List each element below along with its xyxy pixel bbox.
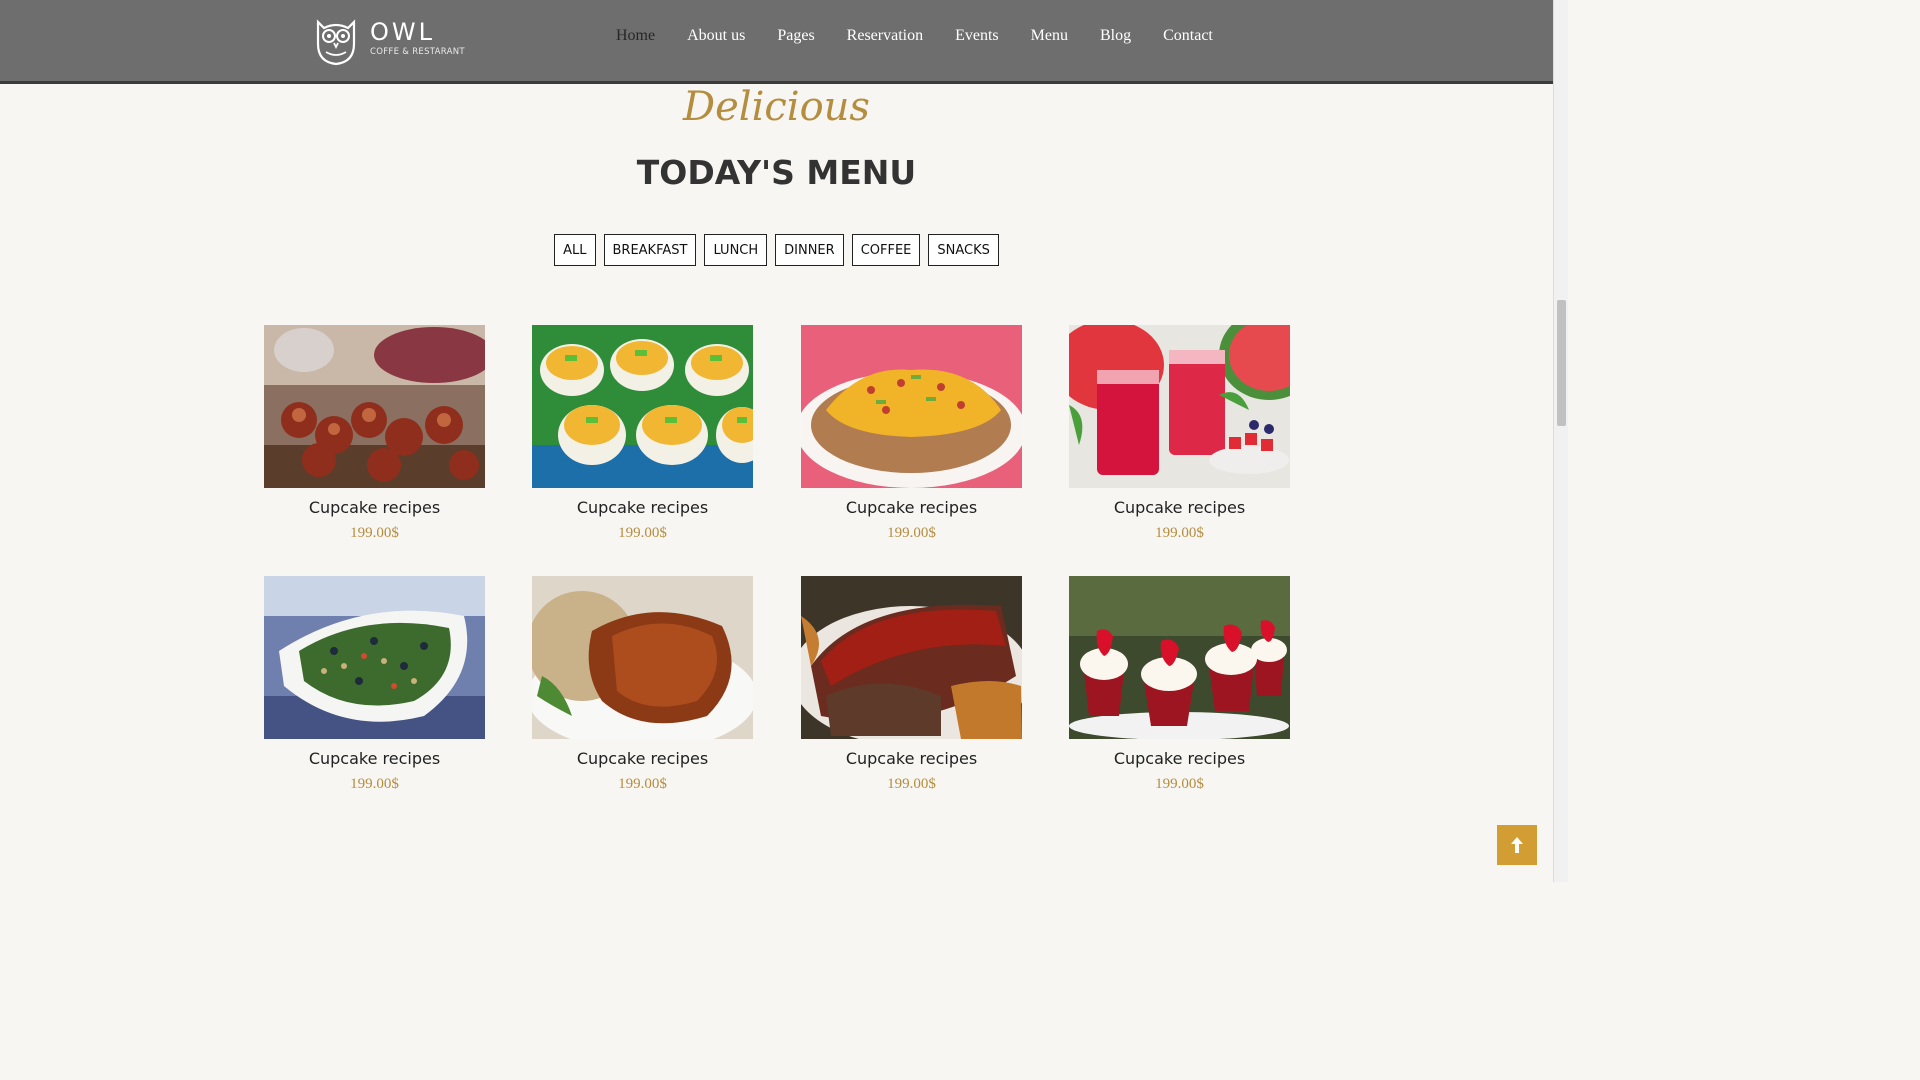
menu-item-name[interactable]: Cupcake recipes	[532, 749, 753, 768]
menu-item-name[interactable]: Cupcake recipes	[264, 749, 485, 768]
menu-item-price: 199.00$	[887, 525, 936, 541]
menu-item[interactable]: Cupcake recipes 199.00$	[801, 576, 1022, 793]
filter-breakfast[interactable]: BREAKFAST	[603, 234, 697, 266]
menu-item-price: 199.00$	[887, 776, 936, 792]
owl-icon	[316, 19, 356, 66]
menu-item[interactable]: Cupcake recipes 199.00$	[801, 325, 1022, 542]
menu-item-price: 199.00$	[350, 525, 399, 541]
nav-pages[interactable]: Pages	[777, 27, 814, 45]
menu-item-name[interactable]: Cupcake recipes	[264, 498, 485, 517]
menu-filters: ALL BREAKFAST LUNCH DINNER COFFEE SNACKS	[0, 234, 1553, 266]
menu-item[interactable]: Cupcake recipes 199.00$	[264, 576, 485, 793]
nav-reservation[interactable]: Reservation	[847, 27, 923, 45]
menu-item[interactable]: Cupcake recipes 199.00$	[1069, 325, 1290, 542]
filter-dinner[interactable]: DINNER	[775, 234, 844, 266]
nav-events[interactable]: Events	[955, 27, 999, 45]
menu-item-name[interactable]: Cupcake recipes	[1069, 749, 1290, 768]
menu-item-name[interactable]: Cupcake recipes	[1069, 498, 1290, 517]
menu-item-name[interactable]: Cupcake recipes	[801, 749, 1022, 768]
watermelon-drinks-image[interactable]	[1069, 325, 1290, 488]
menu-item-price: 199.00$	[618, 776, 667, 792]
bacon-wrapped-bites-image[interactable]	[264, 325, 485, 488]
menu-item-price: 199.00$	[618, 525, 667, 541]
menu-item[interactable]: Cupcake recipes 199.00$	[532, 325, 753, 542]
menu-item-price: 199.00$	[1155, 525, 1204, 541]
nav-contact[interactable]: Contact	[1163, 27, 1213, 45]
back-to-top-button[interactable]	[1497, 825, 1537, 865]
section-script-title: Delicious	[683, 84, 870, 130]
menu-item-price: 199.00$	[1155, 776, 1204, 792]
scrollbar-thumb[interactable]	[1557, 300, 1566, 426]
nav-blog[interactable]: Blog	[1100, 27, 1131, 45]
meatloaf-image[interactable]	[801, 576, 1022, 739]
filter-all[interactable]: ALL	[554, 234, 596, 266]
menu-item[interactable]: Cupcake recipes 199.00$	[1069, 576, 1290, 793]
menu-item-name[interactable]: Cupcake recipes	[532, 498, 753, 517]
logo-tagline: COFFE & RESTARANT	[370, 47, 465, 57]
strawberry-cupcakes-image[interactable]	[1069, 576, 1290, 739]
cheesy-baked-potato-image[interactable]	[801, 325, 1022, 488]
filter-snacks[interactable]: SNACKS	[928, 234, 999, 266]
site-header: OWL COFFE & RESTARANT Home About us Page…	[0, 0, 1553, 84]
main-nav: Home About us Pages Reservation Events M…	[600, 0, 1229, 72]
nav-home[interactable]: Home	[616, 27, 655, 45]
menu-item[interactable]: Cupcake recipes 199.00$	[532, 576, 753, 793]
menu-item-name[interactable]: Cupcake recipes	[801, 498, 1022, 517]
nav-about-us[interactable]: About us	[687, 27, 745, 45]
arrow-up-icon	[1511, 837, 1523, 853]
deviled-eggs-image[interactable]	[532, 325, 753, 488]
nav-menu[interactable]: Menu	[1031, 27, 1068, 45]
menu-item[interactable]: Cupcake recipes 199.00$	[264, 325, 485, 542]
logo-name: OWL	[370, 18, 435, 46]
filter-lunch[interactable]: LUNCH	[704, 234, 768, 266]
glazed-pork-chop-image[interactable]	[532, 576, 753, 739]
menu-item-price: 199.00$	[350, 776, 399, 792]
filter-coffee[interactable]: COFFEE	[851, 234, 921, 266]
section-title: TODAY'S MENU	[636, 153, 917, 192]
page-scrollbar[interactable]	[1553, 0, 1568, 882]
quinoa-salad-image[interactable]	[264, 576, 485, 739]
